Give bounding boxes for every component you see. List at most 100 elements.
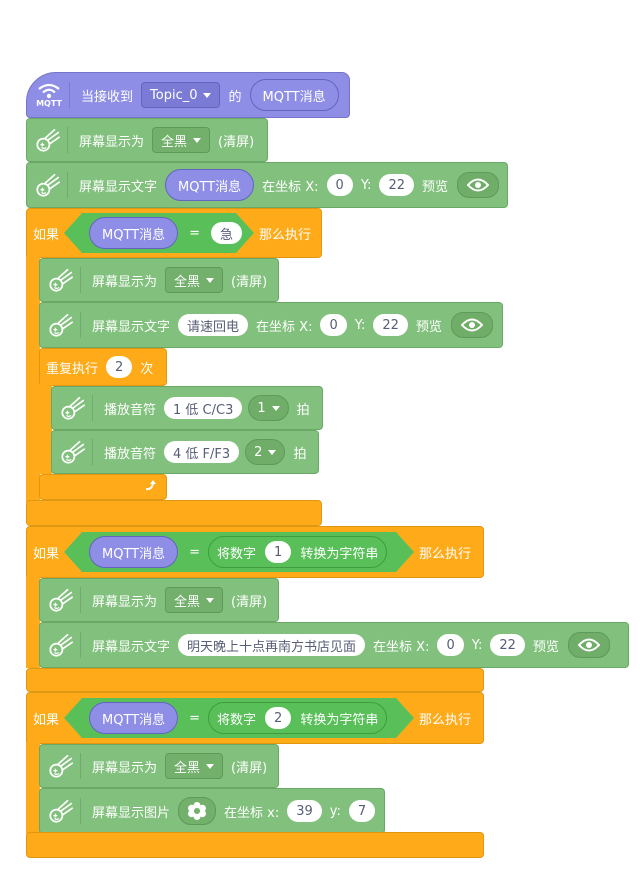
eye-icon[interactable] [457,172,499,198]
y-input[interactable]: 7 [348,800,376,822]
comet-extension-icon [44,794,78,828]
equals-operator: = [189,225,201,241]
color-dropdown[interactable]: 全黑 [165,753,224,779]
eye-icon[interactable] [450,312,493,338]
if-label: 如果 [33,546,60,562]
comet-extension-icon [44,308,78,342]
mqtt-event-hat-block[interactable]: MQTT 当接收到 Topic_0 的 MQTT消息 [26,72,350,118]
mqtt-wifi-icon: MQTT [31,78,67,112]
screen-display-text-block[interactable]: 屏幕显示文字 明天晚上十点再南方书店见面 在坐标 X: 0 Y: 22 预览 [39,622,629,668]
eye-icon[interactable] [567,632,610,658]
comet-extension-icon [56,391,90,425]
if-block-2-header[interactable]: 如果 MQTT消息 = 将数字 1 转换为字符串 那么执行 [26,526,484,578]
mqtt-message-reporter[interactable]: MQTT消息 [89,702,179,734]
clear-suffix-label: (清屏) [218,134,255,150]
repeat-label: 重复执行 [46,361,99,377]
preview-label: 预览 [421,179,448,195]
coord-x-label: 在坐标 X: [262,179,319,195]
repeat-count-input[interactable]: 2 [106,356,133,378]
divider [80,632,81,658]
mqtt-message-reporter[interactable]: MQTT消息 [249,79,339,111]
mqtt-message-reporter[interactable]: MQTT消息 [89,536,179,568]
chevron-down-icon [203,92,212,98]
if-label: 如果 [33,227,60,243]
if-block-3-header[interactable]: 如果 MQTT消息 = 将数字 2 转换为字符串 那么执行 [26,692,484,744]
then-label: 那么执行 [419,712,472,728]
color-value: 全黑 [161,134,188,150]
equals-operator: = [189,544,201,560]
if-block-1-header[interactable]: 如果 MQTT消息 = 急 那么执行 [26,208,322,258]
y-input[interactable]: 22 [379,174,414,196]
chevron-down-icon [206,763,215,769]
chevron-down-icon [268,449,277,455]
if-block-3-wall [26,742,40,834]
block-label: 屏幕显示为 [92,760,158,776]
color-dropdown[interactable]: 全黑 [165,267,224,293]
text-input[interactable]: 明天晚上十点再南方书店见面 [178,634,366,656]
image-picker[interactable] [178,797,217,825]
screen-clear-block[interactable]: 屏幕显示为 全黑 (清屏) [39,258,279,302]
equals-condition[interactable]: MQTT消息 = 急 [64,213,254,253]
beat-dropdown[interactable]: 2 [245,439,286,465]
beat-dropdown[interactable]: 1 [248,395,289,421]
number-to-string-reporter[interactable]: 将数字 1 转换为字符串 [208,536,388,568]
number-input[interactable]: 2 [265,707,292,729]
number-to-string-reporter[interactable]: 将数字 2 转换为字符串 [208,702,388,734]
comet-extension-icon [56,435,90,469]
y-input[interactable]: 22 [490,634,525,656]
block-label: 屏幕显示为 [92,594,158,610]
divider [80,267,81,293]
block-label: 屏幕显示文字 [92,639,171,655]
convert-label: 将数字 [217,546,257,562]
screen-display-image-block[interactable]: 屏幕显示图片 在坐标 x: 39 y: 7 [39,788,385,834]
x-input[interactable]: 0 [437,634,464,656]
divider [92,395,93,421]
chevron-down-icon [193,137,202,143]
x-input[interactable]: 0 [326,174,353,196]
event-prefix-label: 当接收到 [81,89,134,105]
note-input[interactable]: 1 低 C/C3 [164,397,243,419]
x-input[interactable]: 39 [287,800,322,822]
repeat-block-footer [39,474,167,500]
mqtt-message-reporter[interactable]: MQTT消息 [165,169,255,201]
number-input[interactable]: 1 [265,541,292,563]
screen-clear-block[interactable]: 屏幕显示为 全黑 (清屏) [39,744,279,788]
equals-condition[interactable]: MQTT消息 = 将数字 1 转换为字符串 [64,532,414,572]
then-label: 那么执行 [419,546,472,562]
screen-display-text-block[interactable]: 屏幕显示文字 MQTT消息 在坐标 X: 0 Y: 22 预览 [26,162,508,208]
text-input[interactable]: 请速回电 [178,314,249,336]
divider [80,312,81,338]
screen-display-text-block[interactable]: 屏幕显示文字 请速回电 在坐标 X: 0 Y: 22 预览 [39,302,503,348]
coord-x-label: 在坐标 X: [256,319,313,335]
convert-suffix-label: 转换为字符串 [300,546,379,562]
block-label: 屏幕显示为 [79,134,145,150]
clear-suffix-label: (清屏) [231,274,268,290]
topic-dropdown[interactable]: Topic_0 [141,82,221,108]
connector-label: 的 [228,89,242,105]
chevron-down-icon [206,277,215,283]
color-dropdown[interactable]: 全黑 [152,127,211,153]
equals-condition[interactable]: MQTT消息 = 将数字 2 转换为字符串 [64,698,414,738]
color-value: 全黑 [174,760,201,776]
repeat-block-header[interactable]: 重复执行 2 次 [39,348,167,386]
block-label: 屏幕显示文字 [92,319,171,335]
equals-operator: = [189,710,201,726]
repeat-suffix-label: 次 [140,361,154,377]
play-note-block[interactable]: 播放音符 4 低 F/F3 2 拍 [51,430,319,474]
note-input[interactable]: 4 低 F/F3 [164,441,240,463]
screen-clear-block[interactable]: 屏幕显示为 全黑 (清屏) [26,118,268,162]
coord-x-label: 在坐标 X: [373,639,430,655]
block-label: 播放音符 [104,446,157,462]
coord-y-label: Y: [354,317,366,333]
play-note-block[interactable]: 播放音符 1 低 C/C3 1 拍 [51,386,323,430]
x-input[interactable]: 0 [320,314,347,336]
beat-value: 2 [254,444,263,460]
compare-value-input[interactable]: 急 [211,222,243,244]
mqtt-message-reporter[interactable]: MQTT消息 [89,217,179,249]
divider [92,439,93,465]
y-input[interactable]: 22 [373,314,408,336]
screen-clear-block[interactable]: 屏幕显示为 全黑 (清屏) [39,578,279,622]
comet-extension-icon [44,628,78,662]
color-value: 全黑 [174,594,201,610]
color-dropdown[interactable]: 全黑 [165,587,224,613]
